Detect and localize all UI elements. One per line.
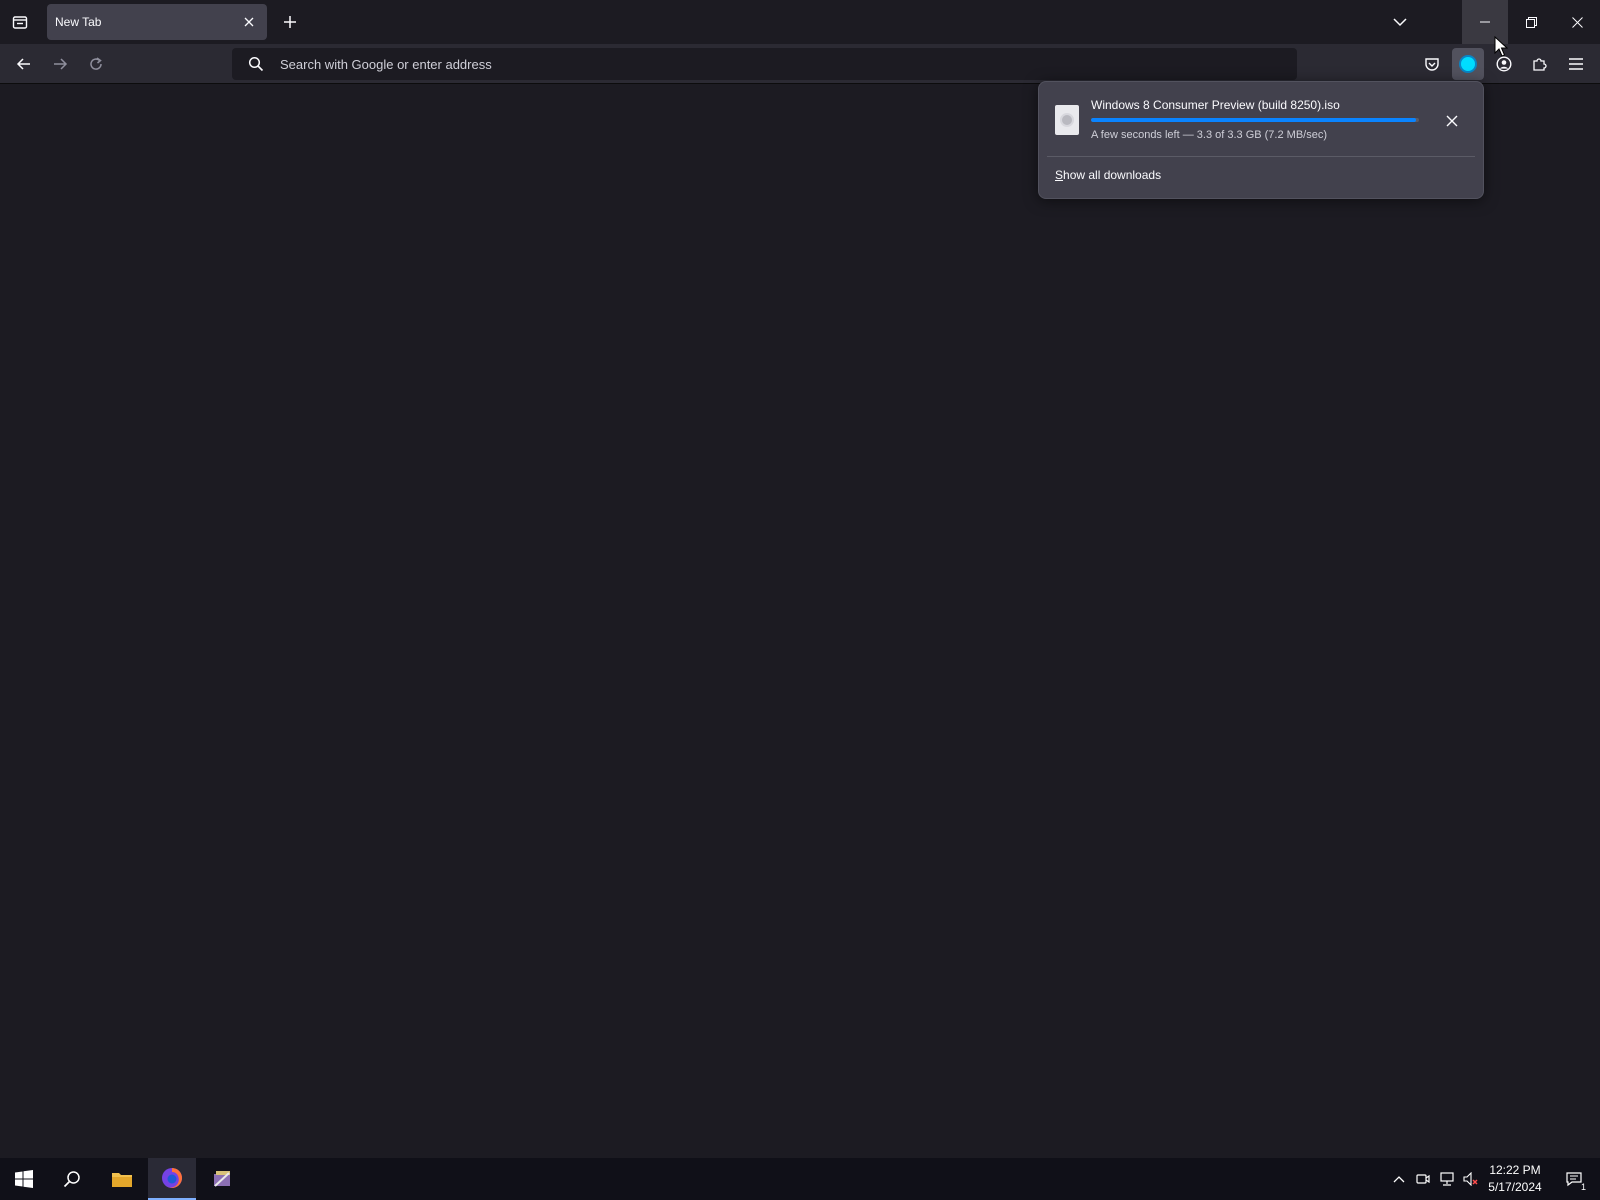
download-progress-fill: [1091, 118, 1416, 122]
camera-tray-icon[interactable]: [1412, 1158, 1434, 1200]
windows-logo-icon: [15, 1170, 33, 1188]
back-button[interactable]: [8, 48, 40, 80]
file-explorer-button[interactable]: [98, 1158, 146, 1200]
cancel-download-button[interactable]: [1439, 108, 1465, 134]
restore-icon: [1525, 16, 1537, 28]
forward-button[interactable]: [44, 48, 76, 80]
tab-strip: New Tab: [0, 0, 1600, 44]
pocket-icon: [1425, 58, 1439, 71]
chevron-up-icon: [1393, 1176, 1405, 1183]
hamburger-menu-icon: [1569, 58, 1583, 70]
tab-title: New Tab: [55, 15, 102, 29]
tab-new-tab[interactable]: New Tab: [47, 4, 267, 40]
taskbar-clock[interactable]: 12:22 PM 5/17/2024: [1480, 1162, 1550, 1196]
iso-file-icon: [1055, 105, 1079, 135]
divider: [1047, 156, 1475, 157]
minimize-icon: [1480, 21, 1490, 23]
search-icon: [63, 1171, 80, 1188]
firefox-taskbar-button[interactable]: [148, 1158, 196, 1200]
account-icon: [1496, 56, 1512, 72]
show-hidden-icons-button[interactable]: [1388, 1158, 1410, 1200]
show-all-downloads-button[interactable]: Show all downloads: [1055, 168, 1161, 182]
tab-close-button[interactable]: [239, 12, 259, 32]
download-filename: Windows 8 Consumer Preview (build 8250).…: [1091, 98, 1340, 112]
list-all-tabs-button[interactable]: [1386, 8, 1414, 36]
show-all-label-rest: how all downloads: [1063, 168, 1162, 182]
arrow-left-icon: [16, 58, 30, 70]
reload-icon: [90, 57, 102, 70]
puzzle-piece-icon: [1533, 58, 1547, 71]
network-icon: [1440, 1172, 1454, 1186]
pocket-button[interactable]: [1416, 48, 1448, 80]
volume-muted-icon: [1463, 1172, 1478, 1186]
volume-tray-icon[interactable]: [1460, 1158, 1482, 1200]
app-menu-button[interactable]: [1560, 48, 1592, 80]
show-all-access-key: S: [1055, 168, 1064, 182]
start-button[interactable]: [0, 1158, 48, 1200]
window-close-button[interactable]: [1554, 0, 1600, 44]
taskbar: 12:22 PM 5/17/2024 1: [0, 1158, 1600, 1200]
taskbar-search-button[interactable]: [48, 1158, 96, 1200]
camera-icon: [1416, 1174, 1430, 1184]
new-tab-button[interactable]: [276, 8, 304, 36]
close-icon: [1446, 115, 1458, 127]
mouse-cursor-icon: [1494, 36, 1508, 57]
address-bar[interactable]: [232, 48, 1297, 80]
arrow-right-icon: [54, 58, 68, 70]
search-icon: [238, 56, 274, 72]
action-center-button[interactable]: 1: [1556, 1158, 1592, 1200]
clock-time: 12:22 PM: [1489, 1163, 1541, 1177]
address-input[interactable]: [278, 55, 1178, 73]
download-progress-icon: [1459, 55, 1477, 73]
network-tray-icon[interactable]: [1436, 1158, 1458, 1200]
reload-button[interactable]: [80, 48, 112, 80]
page-content: [0, 84, 1600, 1158]
firefox-view-button[interactable]: [6, 8, 34, 36]
firefox-view-icon: [12, 16, 28, 29]
downloads-panel: Windows 8 Consumer Preview (build 8250).…: [1038, 81, 1484, 199]
downloads-button[interactable]: [1452, 48, 1484, 80]
plus-icon: [284, 16, 296, 28]
close-icon: [1571, 16, 1583, 28]
notification-icon: [1566, 1172, 1582, 1187]
archive-app-button[interactable]: [198, 1158, 246, 1200]
download-status: A few seconds left — 3.3 of 3.3 GB (7.2 …: [1091, 129, 1327, 141]
extensions-button[interactable]: [1524, 48, 1556, 80]
firefox-icon: [162, 1168, 182, 1188]
notification-count: 1: [1580, 1182, 1586, 1192]
download-progress-bar: [1091, 118, 1419, 122]
chevron-down-icon: [1393, 18, 1407, 27]
close-icon: [244, 17, 254, 27]
folder-icon: [112, 1173, 132, 1187]
archive-app-icon: [214, 1171, 230, 1187]
restore-button[interactable]: [1508, 0, 1554, 44]
download-item[interactable]: Windows 8 Consumer Preview (build 8250).…: [1039, 82, 1483, 158]
clock-date: 5/17/2024: [1488, 1180, 1542, 1194]
navigation-toolbar: [0, 44, 1600, 84]
